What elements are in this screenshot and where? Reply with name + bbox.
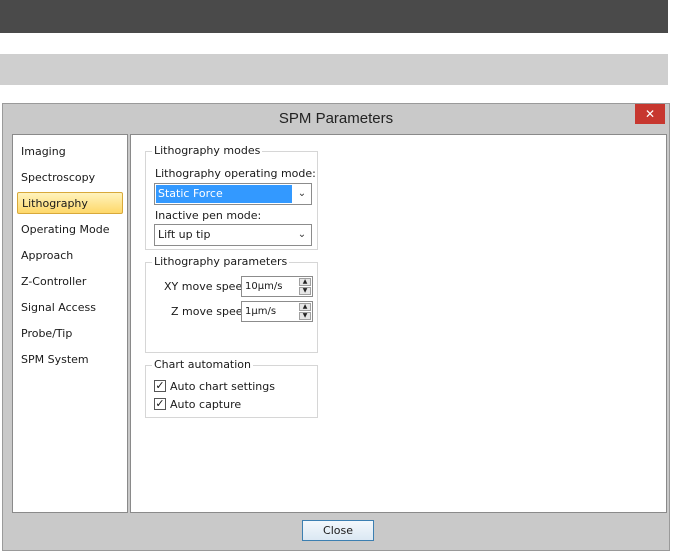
lithography-modes-legend: Lithography modes [152, 144, 263, 157]
chevron-down-icon: ⌄ [297, 229, 307, 240]
inactive-pen-label: Inactive pen mode: [155, 209, 262, 222]
chart-automation-legend: Chart automation [152, 358, 254, 371]
auto-capture-checkbox[interactable]: ✓ [154, 398, 166, 410]
settings-panel: Lithography modes Lithography operating … [130, 134, 667, 513]
z-speed-label: Z move speed [171, 305, 250, 318]
spin-up-icon[interactable]: ▲ [299, 278, 311, 286]
chart-automation-group: Chart automation ✓ Auto chart settings ✓… [145, 358, 318, 418]
spin-down-icon[interactable]: ▼ [299, 312, 311, 320]
inactive-pen-select[interactable]: Lift up tip ⌄ [154, 224, 312, 246]
operating-mode-label: Lithography operating mode: [155, 167, 316, 180]
z-speed-value: 1µm/s [245, 306, 277, 317]
spin-up-icon[interactable]: ▲ [299, 303, 311, 311]
lithography-parameters-group: Lithography parameters XY move speed 10µ… [145, 255, 318, 353]
sidebar-item-lithography[interactable]: Lithography [17, 192, 123, 214]
inactive-pen-value: Lift up tip [158, 228, 211, 241]
top-light-bar [0, 54, 668, 85]
auto-chart-checkbox[interactable]: ✓ [154, 380, 166, 392]
auto-chart-label: Auto chart settings [170, 380, 275, 393]
z-speed-stepper[interactable]: 1µm/s ▲ ▼ [241, 301, 313, 322]
sidebar-item-approach[interactable]: Approach [17, 245, 123, 267]
sidebar-item-probe-tip[interactable]: Probe/Tip [17, 323, 123, 345]
close-icon[interactable]: ✕ [635, 104, 665, 124]
operating-mode-select[interactable]: Static Force ⌄ [154, 183, 312, 205]
sidebar-nav: Imaging Spectroscopy Lithography Operati… [12, 134, 128, 513]
close-button[interactable]: Close [302, 520, 374, 541]
dialog-title: SPM Parameters [278, 110, 394, 127]
sidebar-item-signal-access[interactable]: Signal Access [17, 297, 123, 319]
auto-capture-label: Auto capture [170, 398, 242, 411]
xy-speed-label: XY move speed [164, 280, 250, 293]
chevron-down-icon: ⌄ [297, 188, 307, 199]
spin-down-icon[interactable]: ▼ [299, 287, 311, 295]
sidebar-item-operating-mode[interactable]: Operating Mode [17, 219, 123, 241]
sidebar-item-spectroscopy[interactable]: Spectroscopy [17, 167, 123, 189]
xy-speed-stepper[interactable]: 10µm/s ▲ ▼ [241, 276, 313, 297]
top-dark-bar [0, 0, 668, 33]
xy-speed-value: 10µm/s [245, 281, 283, 292]
sidebar-item-z-controller[interactable]: Z-Controller [17, 271, 123, 293]
sidebar-item-imaging[interactable]: Imaging [17, 141, 123, 163]
lithography-modes-group: Lithography modes Lithography operating … [145, 144, 318, 250]
spm-parameters-dialog: SPM Parameters ✕ Imaging Spectroscopy Li… [2, 103, 670, 551]
operating-mode-value: Static Force [156, 185, 292, 203]
lithography-parameters-legend: Lithography parameters [152, 255, 290, 268]
sidebar-item-spm-system[interactable]: SPM System [17, 349, 123, 371]
